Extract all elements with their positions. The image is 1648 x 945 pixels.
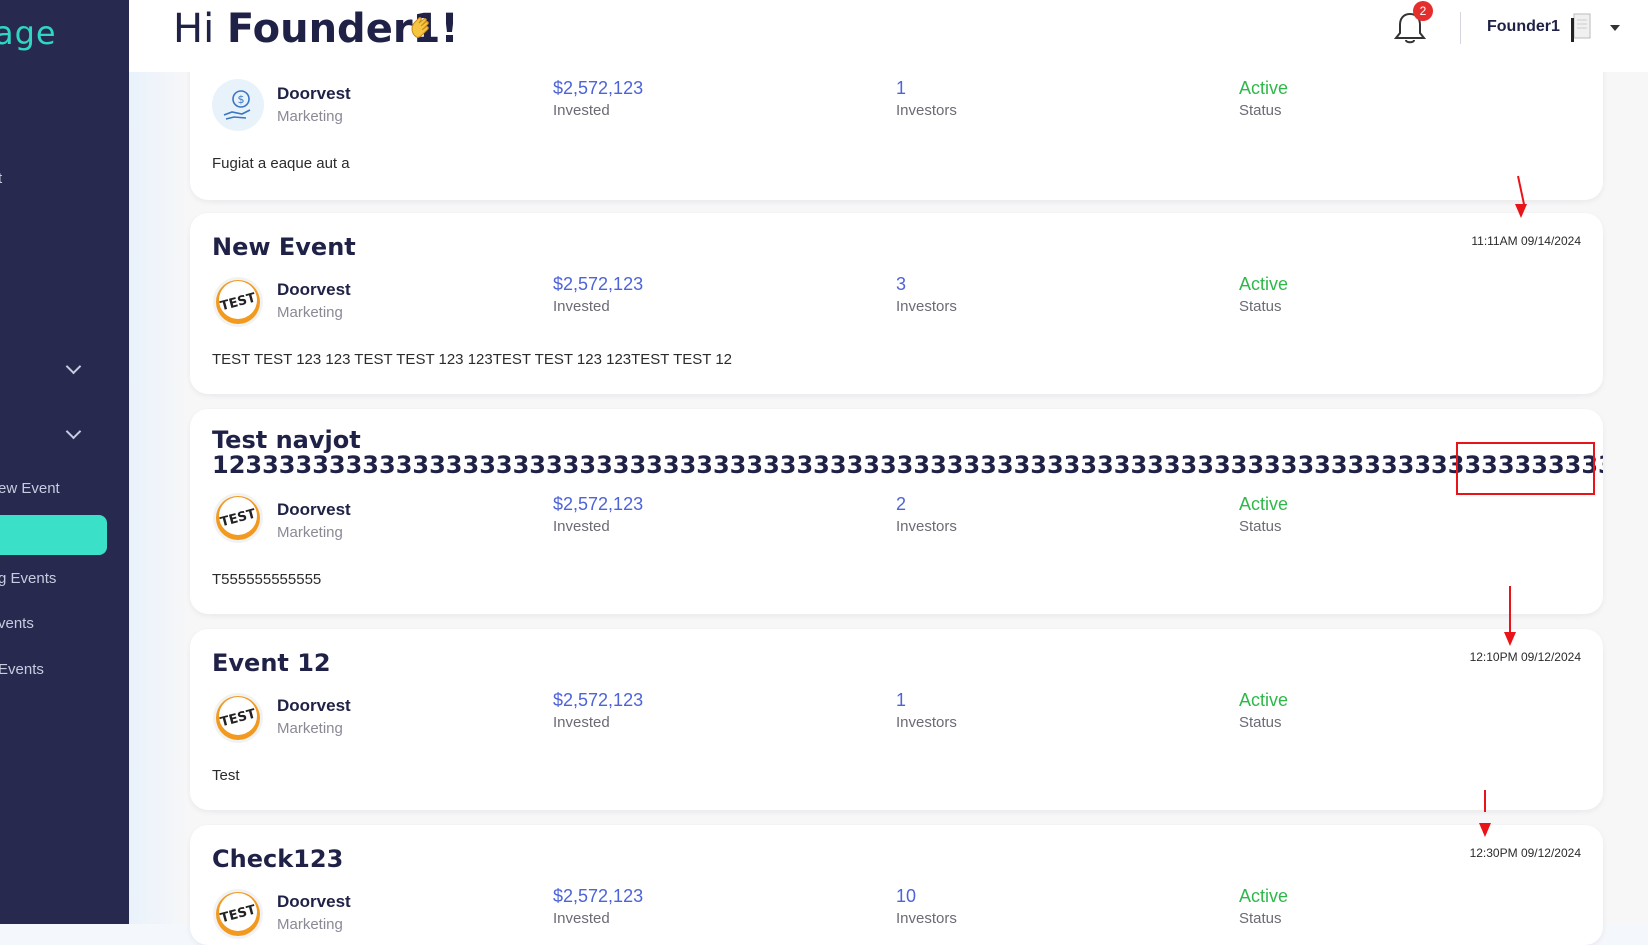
investors-label: Investors <box>896 298 957 315</box>
event-title[interactable]: Check123 <box>212 845 343 873</box>
invested-amount: $2,572,123 <box>553 886 644 906</box>
company-category: Marketing <box>277 108 343 125</box>
company-logo-money-icon: $ <box>212 79 264 131</box>
sidebar-item-events-a[interactable]: g Events <box>0 570 56 587</box>
event-title[interactable]: New Event <box>212 233 356 261</box>
status-value: Active <box>1239 78 1289 98</box>
company-logo-test-badge-icon: TEST <box>213 889 263 939</box>
event-timestamp: 12:30PM 09/12/2024 <box>1469 846 1581 860</box>
investors-label: Investors <box>896 102 957 119</box>
status-value: Active <box>1239 494 1289 514</box>
chevron-down-icon[interactable] <box>65 358 82 375</box>
status-label: Status <box>1239 714 1282 731</box>
top-header: Hi Founder1! 2 Founder1 <box>129 0 1648 72</box>
invested-label: Invested <box>553 518 610 535</box>
invested-label: Invested <box>553 910 610 927</box>
investors-count: 1 <box>896 690 907 710</box>
company-name[interactable]: Doorvest <box>277 84 351 104</box>
sidebar-item-1[interactable]: t <box>0 170 2 187</box>
invested-amount: $2,572,123 <box>553 494 644 514</box>
company-logo-test-badge-icon: TEST <box>213 277 263 327</box>
company-category: Marketing <box>277 916 343 933</box>
investors-count: 1 <box>896 78 907 98</box>
sidebar: age t ew Event g Events vents Events <box>0 0 129 924</box>
status-label: Status <box>1239 910 1282 927</box>
event-description: T555555555555 <box>212 571 322 588</box>
invested-amount: $2,572,123 <box>553 274 644 294</box>
annotation-highlight-box <box>1456 442 1595 495</box>
company-category: Marketing <box>277 304 343 321</box>
annotation-arrow <box>1509 586 1511 634</box>
invested-label: Invested <box>553 714 610 731</box>
sidebar-item-events-c[interactable]: Events <box>0 661 44 678</box>
status-value: Active <box>1239 886 1289 906</box>
event-title[interactable]: Test navjot <box>212 427 361 453</box>
notification-badge: 2 <box>1413 1 1433 21</box>
investors-count: 3 <box>896 274 907 294</box>
company-category: Marketing <box>277 524 343 541</box>
sidebar-item-new-event[interactable]: ew Event <box>0 480 60 497</box>
event-card[interactable]: New Event 11:11AM 09/14/2024 TEST Doorve… <box>190 213 1603 394</box>
invested-label: Invested <box>553 102 610 119</box>
invested-amount: $2,572,123 <box>553 690 644 710</box>
event-card[interactable]: Test navjot 1233333333333333333333333333… <box>190 409 1603 614</box>
annotation-arrow <box>1484 790 1486 812</box>
invested-amount: $2,572,123 <box>553 78 644 98</box>
invested-label: Invested <box>553 298 610 315</box>
company-logo-test-badge-icon: TEST <box>213 693 263 743</box>
investors-label: Investors <box>896 910 957 927</box>
annotation-arrow-head <box>1479 823 1491 837</box>
chevron-down-icon[interactable] <box>65 423 82 440</box>
company-name[interactable]: Doorvest <box>277 892 351 912</box>
app-logo[interactable]: age <box>0 14 57 52</box>
event-timestamp: 11:11AM 09/14/2024 <box>1471 234 1581 248</box>
company-category: Marketing <box>277 720 343 737</box>
status-label: Status <box>1239 102 1282 119</box>
greeting-prefix: Hi <box>173 6 215 52</box>
header-divider <box>1460 12 1461 44</box>
dropdown-caret-icon[interactable] <box>1610 25 1620 31</box>
event-title-overflow: 1233333333333333333333333333333333333333… <box>212 451 1603 479</box>
company-name[interactable]: Doorvest <box>277 280 351 300</box>
avatar[interactable] <box>1568 12 1594 44</box>
investors-count: 2 <box>896 494 907 514</box>
status-value: Active <box>1239 274 1289 294</box>
user-name[interactable]: Founder1 <box>1487 18 1560 36</box>
event-description: Test <box>212 767 240 784</box>
investors-label: Investors <box>896 714 957 731</box>
status-value: Active <box>1239 690 1289 710</box>
annotation-arrow-head <box>1504 632 1516 646</box>
company-name[interactable]: Doorvest <box>277 500 351 520</box>
sidebar-item-active[interactable] <box>0 515 107 555</box>
waving-hand-icon <box>411 17 429 38</box>
company-name[interactable]: Doorvest <box>277 696 351 716</box>
company-logo-test-badge-icon: TEST <box>213 493 263 543</box>
status-label: Status <box>1239 518 1282 535</box>
annotation-arrow-head <box>1515 204 1527 218</box>
event-timestamp: 12:10PM 09/12/2024 <box>1469 650 1581 664</box>
svg-text:$: $ <box>238 93 245 106</box>
status-label: Status <box>1239 298 1282 315</box>
sidebar-item-events-b[interactable]: vents <box>0 615 34 632</box>
event-description: Fugiat a eaque aut a <box>212 155 350 172</box>
event-title[interactable]: Event 12 <box>212 649 331 677</box>
event-card[interactable]: Check123 12:30PM 09/12/2024 TEST Doorves… <box>190 825 1603 945</box>
investors-count: 10 <box>896 886 917 906</box>
investors-label: Investors <box>896 518 957 535</box>
event-description: TEST TEST 123 123 TEST TEST 123 123TEST … <box>212 351 733 368</box>
event-card[interactable]: Event 12 12:10PM 09/12/2024 TEST Doorves… <box>190 629 1603 810</box>
